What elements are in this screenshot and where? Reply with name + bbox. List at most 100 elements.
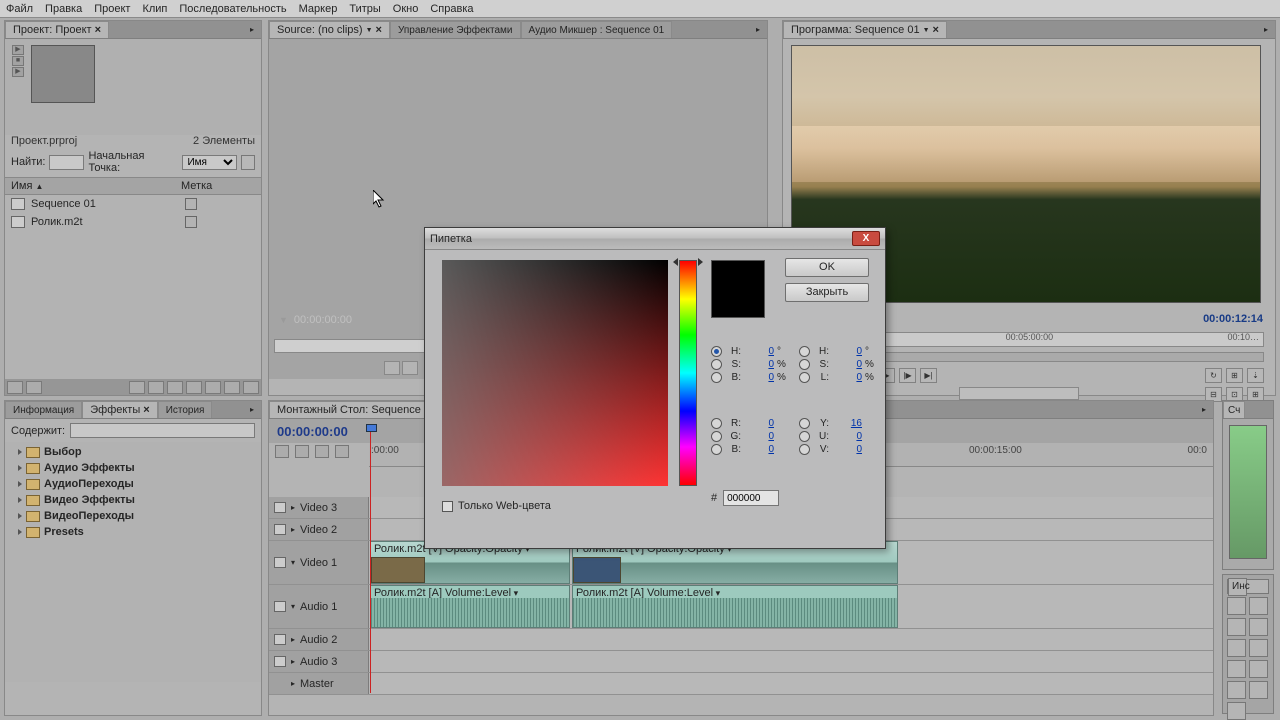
loop-icon[interactable]: ↻ — [1205, 368, 1222, 383]
radio-g[interactable] — [711, 431, 722, 442]
radio-b2[interactable] — [711, 444, 722, 455]
clip-audio[interactable]: Ролик.m2t [A] Volume:Level ▾ — [572, 585, 898, 628]
tab-tools[interactable]: Инс — [1228, 578, 1247, 596]
val-r[interactable]: 0 — [744, 418, 774, 429]
tab-effects[interactable]: Эффекты × — [82, 401, 157, 418]
tab-program[interactable]: Программа: Sequence 01 ▼ × — [783, 21, 947, 38]
folder-video-trans[interactable]: ВидеоПереходы — [8, 508, 258, 524]
radio-l[interactable] — [799, 372, 810, 383]
speaker-icon[interactable] — [274, 634, 286, 645]
menu-sequence[interactable]: Последовательность — [179, 3, 286, 15]
radio-r[interactable] — [711, 418, 722, 429]
track-master[interactable]: ▸Master — [269, 673, 1213, 695]
tab-effect-controls[interactable]: Управление Эффектами — [390, 21, 521, 38]
ok-button[interactable]: OK — [785, 258, 869, 277]
tab-info[interactable]: Информация — [5, 401, 82, 418]
zoom-icon[interactable] — [1227, 702, 1246, 720]
val-u[interactable]: 0 — [832, 431, 862, 442]
val-y[interactable]: 16 — [832, 418, 862, 429]
tab-history[interactable]: История — [158, 401, 213, 418]
mark-out-icon[interactable] — [402, 361, 418, 375]
close-button[interactable]: X — [852, 231, 880, 246]
folder-audio-trans[interactable]: АудиоПереходы — [8, 476, 258, 492]
val-s[interactable]: 0 — [744, 359, 774, 370]
radio-s[interactable] — [711, 359, 722, 370]
col-label[interactable]: Метка — [181, 180, 212, 192]
folder-presets[interactable]: Presets — [8, 524, 258, 540]
menu-window[interactable]: Окно — [393, 3, 419, 15]
col-name[interactable]: Имя ▲ — [11, 180, 181, 192]
folder-audio-fx[interactable]: Аудио Эффекты — [8, 460, 258, 476]
menu-help[interactable]: Справка — [430, 3, 473, 15]
tab-source[interactable]: Source: (no clips) ▼ × — [269, 21, 390, 38]
export-frame-icon[interactable]: ⇣ — [1247, 368, 1264, 383]
automate-icon[interactable] — [129, 381, 145, 394]
rate-stretch-icon[interactable] — [1227, 639, 1246, 657]
list-item[interactable]: Sequence 01 — [5, 195, 261, 213]
snap-icon[interactable] — [275, 445, 289, 458]
panel-menu-icon[interactable]: ▸ — [250, 405, 254, 414]
hand-icon[interactable] — [1249, 681, 1268, 699]
tab-audio-mixer[interactable]: Аудио Микшер : Sequence 01 — [521, 21, 673, 38]
timeline-timecode[interactable]: 00:00:00:00 — [277, 424, 348, 439]
trash-icon[interactable] — [205, 381, 221, 394]
next-icon[interactable] — [243, 381, 259, 394]
close-icon[interactable]: × — [933, 24, 939, 36]
radio-u[interactable] — [799, 431, 810, 442]
dialog-titlebar[interactable]: Пипетка X — [425, 228, 885, 250]
speaker-icon[interactable] — [274, 601, 286, 612]
slip-icon[interactable] — [1227, 660, 1246, 678]
find-input[interactable] — [49, 155, 84, 170]
speaker-icon[interactable] — [274, 656, 286, 667]
tab-meters[interactable]: Сч — [1223, 401, 1245, 418]
folder-select[interactable]: Выбор — [8, 444, 258, 460]
selection-tool-icon[interactable] — [1227, 597, 1246, 615]
main-menubar[interactable]: Файл Правка Проект Клип Последовательнос… — [0, 0, 1280, 18]
radio-h[interactable] — [711, 346, 722, 357]
close-icon[interactable]: × — [143, 404, 149, 416]
tab-timeline[interactable]: Монтажный Стол: Sequence 01 — [269, 401, 444, 418]
effects-search-input[interactable] — [70, 423, 255, 438]
radio-v[interactable] — [799, 444, 810, 455]
menu-file[interactable]: Файл — [6, 3, 33, 15]
val-s2[interactable]: 0 — [832, 359, 862, 370]
panel-menu-icon[interactable]: ▸ — [1202, 405, 1206, 414]
close-icon[interactable]: × — [376, 24, 382, 36]
panel-menu-icon[interactable]: ▸ — [756, 25, 760, 34]
val-v[interactable]: 0 — [832, 444, 862, 455]
tab-project[interactable]: Проект: Проект× — [5, 21, 109, 38]
list-item[interactable]: Ролик.m2t — [5, 213, 261, 231]
menu-clip[interactable]: Клип — [142, 3, 167, 15]
label-chip[interactable] — [185, 198, 197, 210]
menu-titles[interactable]: Титры — [349, 3, 380, 15]
val-b2[interactable]: 0 — [744, 444, 774, 455]
hue-slider[interactable] — [679, 260, 697, 486]
new-bin-icon[interactable] — [241, 155, 255, 170]
folder-video-fx[interactable]: Видео Эффекты — [8, 492, 258, 508]
val-l[interactable]: 0 — [832, 372, 862, 383]
pen-icon[interactable] — [1227, 681, 1246, 699]
mark-in-icon[interactable] — [384, 361, 400, 375]
encore-icon[interactable] — [335, 445, 349, 458]
new-bin-icon[interactable] — [167, 381, 183, 394]
razor-icon[interactable] — [1249, 639, 1268, 657]
goto-out-icon[interactable]: ▶| — [920, 368, 937, 383]
track-audio2[interactable]: ▸Audio 2 — [269, 629, 1213, 651]
prev-icon[interactable] — [224, 381, 240, 394]
web-colors-checkbox[interactable] — [442, 501, 453, 512]
radio-y[interactable] — [799, 418, 810, 429]
track-audio3[interactable]: ▸Audio 3 — [269, 651, 1213, 673]
eye-icon[interactable] — [274, 557, 286, 568]
inout-icon[interactable] — [315, 445, 329, 458]
menu-edit[interactable]: Правка — [45, 3, 82, 15]
panel-menu-icon[interactable]: ▸ — [250, 25, 254, 34]
label-chip[interactable] — [185, 216, 197, 228]
list-view-icon[interactable] — [7, 381, 23, 394]
new-item-icon[interactable] — [186, 381, 202, 394]
val-h2[interactable]: 0 — [832, 346, 862, 357]
clip-audio[interactable]: Ролик.m2t [A] Volume:Level ▾ — [370, 585, 570, 628]
radio-b[interactable] — [711, 372, 722, 383]
radio-s2[interactable] — [799, 359, 810, 370]
hex-input[interactable] — [723, 490, 779, 506]
rolling-icon[interactable] — [1249, 618, 1268, 636]
